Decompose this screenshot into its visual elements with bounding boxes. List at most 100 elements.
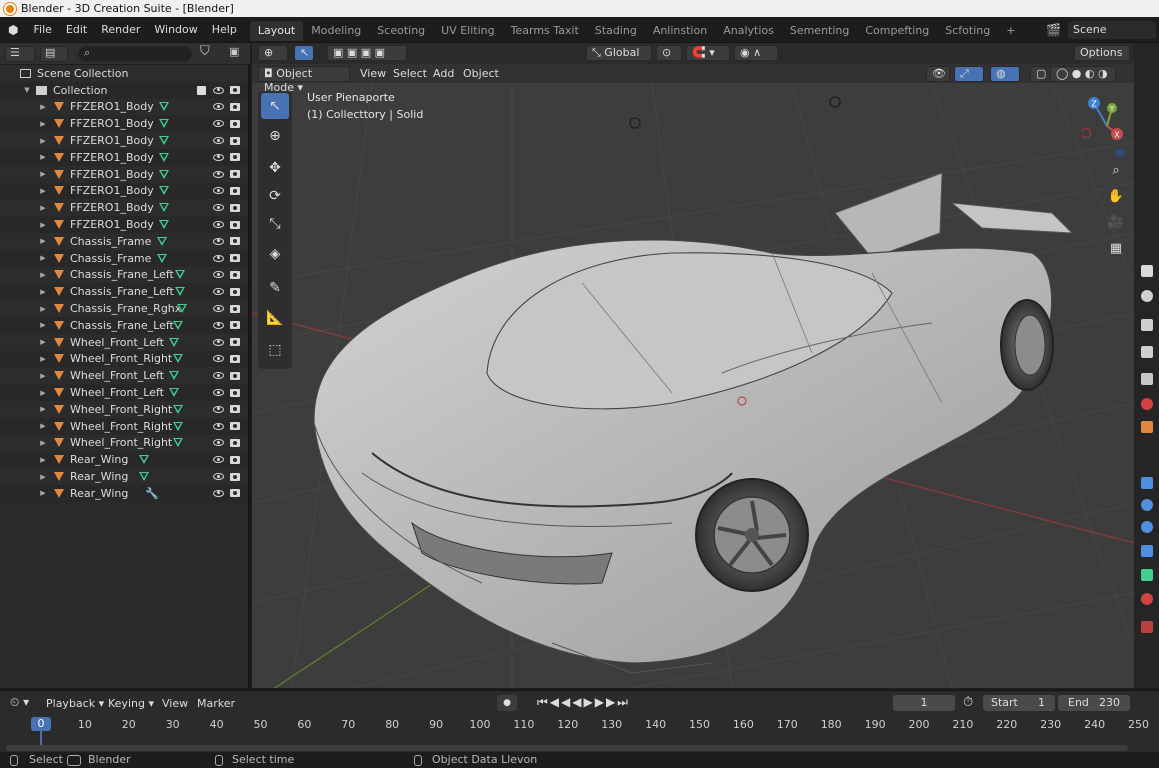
expand-arrow-icon[interactable]: ▶ bbox=[38, 305, 48, 313]
start-frame-field[interactable]: Start 1 bbox=[983, 695, 1055, 711]
render-camera-icon[interactable] bbox=[230, 489, 240, 498]
mesh-data-icon[interactable] bbox=[159, 152, 169, 162]
expand-arrow-icon[interactable]: ▶ bbox=[38, 405, 48, 413]
pivot-point-dropdown[interactable]: ⊙ bbox=[656, 45, 682, 61]
outliner-item-row[interactable]: ▶ Rear_Wing bbox=[0, 451, 248, 469]
stopwatch-icon[interactable]: ⏱ bbox=[963, 695, 973, 710]
expand-arrow-icon[interactable]: ▶ bbox=[38, 120, 48, 128]
selection-mode-buttons[interactable]: ▣ ▣ ▣ ▣ bbox=[327, 45, 407, 61]
proportional-editing-toggle[interactable]: ◉ ∧ bbox=[734, 45, 778, 61]
menu-timeline-view[interactable]: View bbox=[162, 697, 188, 710]
visibility-eye-icon[interactable] bbox=[213, 372, 224, 380]
render-camera-icon[interactable] bbox=[230, 371, 240, 380]
visibility-eye-icon[interactable] bbox=[213, 439, 224, 447]
visibility-eye-icon[interactable] bbox=[213, 422, 224, 430]
mesh-data-icon[interactable] bbox=[157, 236, 167, 246]
snap-toggle[interactable]: 🧲 ▾ bbox=[686, 45, 730, 61]
render-camera-icon[interactable] bbox=[230, 254, 240, 263]
expand-arrow-icon[interactable]: ▶ bbox=[38, 489, 48, 497]
playback-controls[interactable]: ⏮◀◀◀▶▶▶⏭ bbox=[537, 695, 630, 710]
object-tab-icon[interactable] bbox=[1141, 421, 1153, 433]
display-mode-button[interactable]: ▤ bbox=[40, 46, 68, 62]
cursor-tool-icon[interactable]: ⊕ bbox=[261, 123, 289, 149]
visibility-eye-icon[interactable] bbox=[213, 170, 224, 178]
viewport-editor-type-button[interactable]: ⊕ bbox=[258, 45, 288, 61]
outliner-item-row[interactable]: ▶ Chassis_Frane_Rghx bbox=[0, 300, 248, 317]
menu-marker[interactable]: Marker bbox=[197, 697, 235, 710]
mesh-data-icon[interactable] bbox=[173, 438, 183, 448]
visibility-eye-icon[interactable] bbox=[213, 153, 224, 161]
visibility-eye-icon[interactable] bbox=[213, 338, 224, 346]
pan-hand-icon[interactable]: ✋ bbox=[1104, 184, 1128, 208]
3d-viewport[interactable]: ⊕ ↖ ▣ ▣ ▣ ▣ ⤡ Global ▾ ⊙ 🧲 ▾ ◉ ∧ Options… bbox=[252, 43, 1134, 688]
render-camera-icon[interactable] bbox=[230, 119, 240, 128]
mesh-data-icon[interactable] bbox=[159, 169, 169, 179]
mesh-data-icon[interactable] bbox=[169, 337, 179, 347]
select-tool-icon[interactable]: ↖ bbox=[261, 93, 289, 119]
mesh-data-icon[interactable] bbox=[159, 119, 169, 129]
gizmo-toggle[interactable]: ⤢ bbox=[954, 66, 984, 82]
render-camera-icon[interactable] bbox=[230, 170, 240, 179]
outliner-item-row[interactable]: ▶ FFZERO1_Body bbox=[0, 182, 248, 200]
render-camera-icon[interactable] bbox=[230, 287, 240, 296]
mesh-data-icon[interactable] bbox=[175, 287, 185, 297]
visibility-eye-icon[interactable] bbox=[213, 405, 224, 413]
transform-orientation-dropdown[interactable]: ⤡ Global ▾ bbox=[586, 45, 652, 73]
annotate-tool-icon[interactable]: ✎ bbox=[261, 275, 289, 301]
render-camera-icon[interactable] bbox=[230, 304, 240, 313]
collection-row[interactable]: ▼ Collection bbox=[0, 81, 248, 99]
tab-sementing[interactable]: Sementing bbox=[782, 21, 858, 41]
tab-sculpting[interactable]: Sceoting bbox=[369, 21, 433, 41]
render-camera-icon[interactable] bbox=[230, 203, 240, 212]
camera-view-icon[interactable]: 🎥 bbox=[1104, 210, 1128, 234]
outliner-item-row[interactable]: ▶ FFZERO1_Body bbox=[0, 216, 248, 233]
scene-icon[interactable]: 🎬 bbox=[1046, 23, 1061, 37]
outliner-item-row[interactable]: ▶ FFZERO1_Body bbox=[0, 115, 248, 133]
render-camera-icon[interactable] bbox=[230, 136, 240, 145]
menu-object[interactable]: Object bbox=[463, 65, 499, 82]
outliner-item-row[interactable]: ▶ Rear_Wing 🔧 bbox=[0, 484, 248, 502]
expand-arrow-icon[interactable]: ▶ bbox=[38, 170, 48, 178]
render-camera-icon[interactable] bbox=[230, 186, 240, 195]
add-cube-tool-icon[interactable]: ⬚ bbox=[261, 337, 289, 363]
perspective-grid-icon[interactable]: ▦ bbox=[1104, 236, 1128, 260]
outliner-item-row[interactable]: ▶ Chassis_Frane_Left bbox=[0, 316, 248, 334]
measure-tool-icon[interactable]: 📐 bbox=[261, 305, 289, 331]
outliner-item-row[interactable]: ▶ Chassis_Frame bbox=[0, 232, 248, 250]
scene-selector[interactable]: Scene bbox=[1068, 21, 1156, 39]
expand-arrow-icon[interactable]: ▶ bbox=[38, 473, 48, 481]
scene-tab-icon[interactable] bbox=[1141, 373, 1153, 385]
render-camera-icon[interactable] bbox=[230, 220, 240, 229]
mesh-data-icon[interactable] bbox=[157, 253, 167, 263]
render-camera-icon[interactable] bbox=[230, 321, 240, 330]
outliner-item-row[interactable]: ▶ Wheel_Front_Left bbox=[0, 367, 248, 385]
xray-toggle[interactable]: ▢ bbox=[1030, 66, 1046, 82]
modifier-wrench-icon[interactable] bbox=[1141, 477, 1153, 489]
navigation-gizmo[interactable]: Z Y X bbox=[1082, 91, 1132, 161]
expand-arrow-icon[interactable]: ▶ bbox=[38, 422, 48, 430]
expand-arrow-icon[interactable]: ▶ bbox=[38, 153, 48, 161]
menu-window[interactable]: Window bbox=[147, 17, 204, 43]
outliner-item-row[interactable]: ▶ Wheel_Front_Right bbox=[0, 400, 248, 418]
outliner-item-row[interactable]: ▶ Wheel_Front_Left bbox=[0, 333, 248, 351]
mesh-data-icon[interactable] bbox=[159, 220, 169, 230]
filter-button[interactable]: ⛉ bbox=[198, 44, 224, 62]
playhead[interactable]: 0 bbox=[31, 717, 51, 731]
overlays-toggle[interactable]: ◍ bbox=[990, 66, 1020, 82]
expand-arrow-icon[interactable]: ▶ bbox=[38, 439, 48, 447]
mesh-data-icon[interactable] bbox=[169, 371, 179, 381]
mesh-data-icon[interactable] bbox=[169, 388, 179, 398]
tab-uv-editing[interactable]: UV Eliting bbox=[433, 21, 502, 41]
tool-tab-icon[interactable] bbox=[1141, 265, 1153, 277]
mesh-data-icon[interactable] bbox=[159, 186, 169, 196]
menu-add[interactable]: Add bbox=[433, 65, 454, 82]
expand-arrow-icon[interactable]: ▶ bbox=[38, 338, 48, 346]
visibility-eye-icon[interactable] bbox=[213, 103, 224, 111]
menu-file[interactable]: File bbox=[26, 17, 58, 43]
output-tab-icon[interactable] bbox=[1141, 319, 1153, 331]
render-camera-icon[interactable] bbox=[230, 388, 240, 397]
add-workspace-button[interactable]: + bbox=[998, 21, 1023, 41]
visibility-eye-icon[interactable] bbox=[213, 187, 224, 195]
menu-select[interactable]: Select bbox=[393, 65, 427, 82]
end-frame-field[interactable]: End 230 bbox=[1058, 695, 1130, 711]
